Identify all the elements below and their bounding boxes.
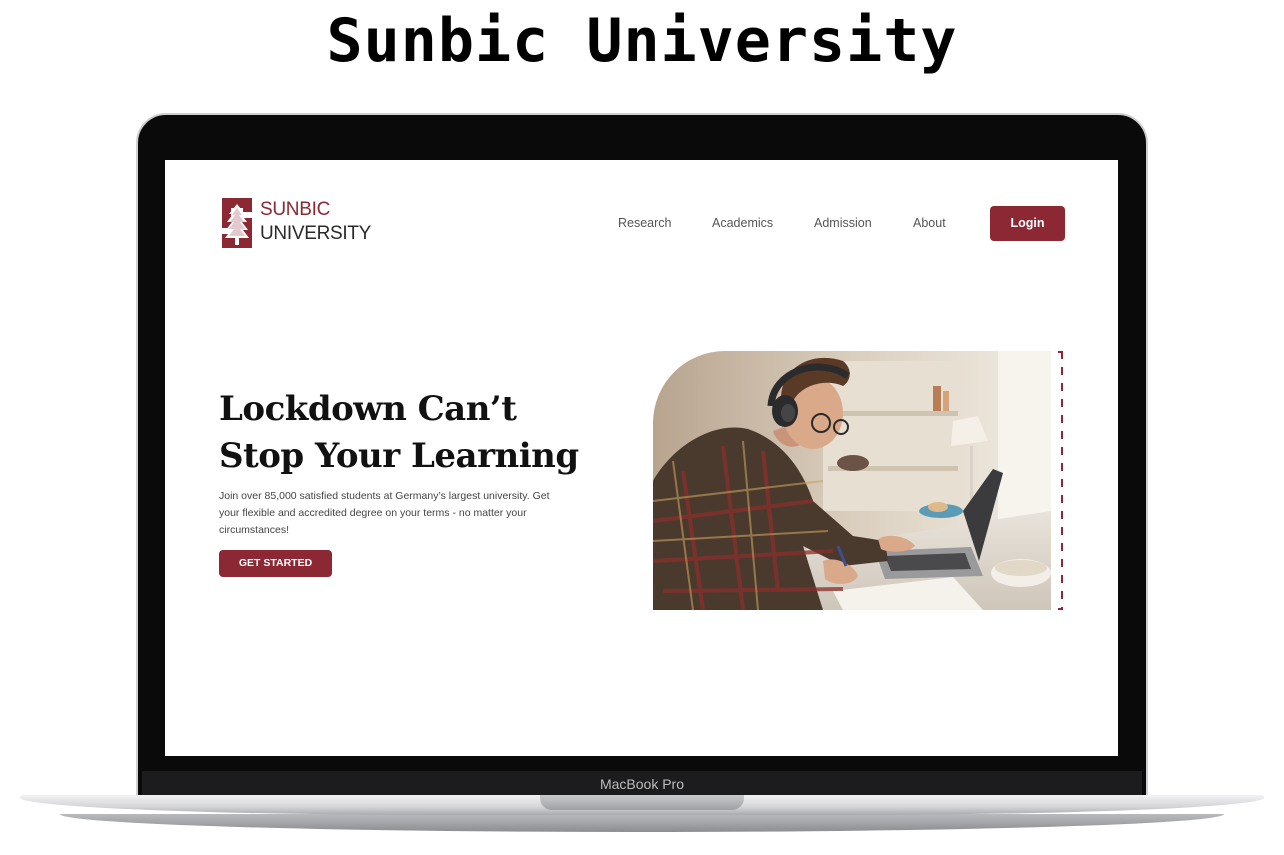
student-studying-illustration bbox=[653, 351, 1051, 610]
decorative-dashed-line bbox=[1061, 351, 1063, 610]
hero-student-photo bbox=[653, 351, 1051, 610]
website-screen: SUNBIC UNIVERSITY Research Academics Adm… bbox=[165, 160, 1118, 756]
laptop-base-foot bbox=[60, 814, 1224, 832]
hero-heading-line-1: Lockdown Can’t bbox=[219, 389, 517, 429]
hero-description: Join over 85,000 satisfied students at G… bbox=[219, 490, 550, 536]
nav-link-research[interactable]: Research bbox=[618, 216, 672, 230]
site-logo[interactable]: SUNBIC UNIVERSITY bbox=[219, 196, 379, 251]
nav-link-academics[interactable]: Academics bbox=[712, 216, 773, 230]
device-label: MacBook Pro bbox=[599, 776, 685, 792]
page-title: Sunbic University bbox=[326, 6, 958, 76]
laptop-notch bbox=[540, 795, 744, 810]
logo-line-sunbic: SUNBIC bbox=[260, 199, 330, 220]
nav-link-about[interactable]: About bbox=[913, 216, 946, 230]
nav-link-admission[interactable]: Admission bbox=[814, 216, 872, 230]
hero-heading-line-2: Stop Your Learning bbox=[219, 436, 579, 476]
decorative-dash-cap-bottom bbox=[1058, 608, 1063, 610]
logo-wordmark: SUNBIC UNIVERSITY bbox=[260, 198, 371, 246]
hero-heading: Lockdown Can’t Stop Your Learning bbox=[219, 386, 599, 480]
sunbic-s-tree-emblem-icon bbox=[222, 198, 252, 248]
get-started-button[interactable]: GET STARTED bbox=[219, 550, 332, 577]
login-button[interactable]: Login bbox=[990, 206, 1065, 241]
logo-line-university: UNIVERSITY bbox=[260, 223, 372, 244]
